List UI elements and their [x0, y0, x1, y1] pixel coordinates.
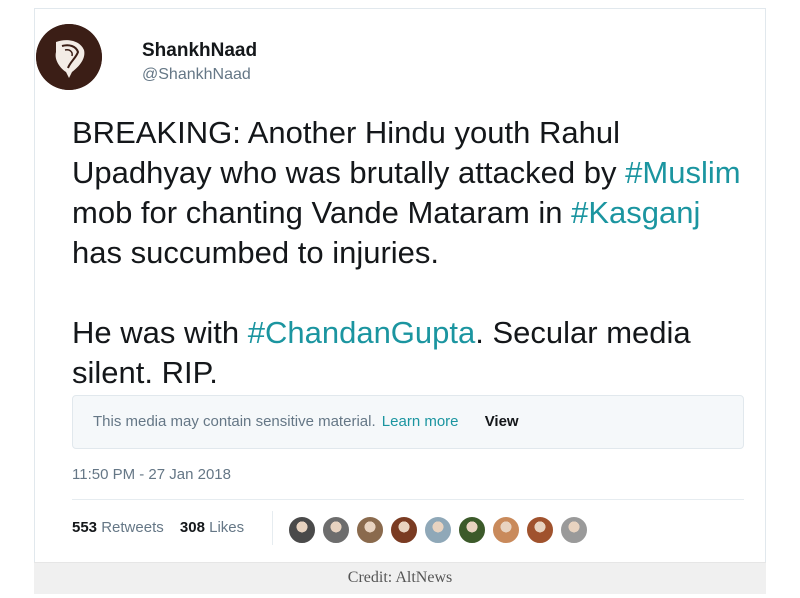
stats-divider [272, 511, 273, 545]
liker-avatar-5[interactable] [424, 516, 452, 544]
learn-more-link[interactable]: Learn more [382, 413, 459, 430]
liker-avatar-6[interactable] [458, 516, 486, 544]
hashtag-chandangupta[interactable]: #ChandanGupta [248, 315, 476, 350]
tweet-paragraph-1: BREAKING: Another Hindu youth Rahul Upad… [72, 113, 752, 273]
likes-count[interactable]: 308 [180, 519, 205, 536]
profile-avatar[interactable] [36, 24, 102, 90]
tweet-text: BREAKING: Another Hindu youth Rahul Upad… [72, 113, 752, 393]
tweet-stats: 553 Retweets 308 Likes [72, 519, 244, 536]
hashtag-kasganj[interactable]: #Kasganj [571, 195, 700, 230]
liker-avatar-2[interactable] [322, 516, 350, 544]
liker-avatar-3[interactable] [356, 516, 384, 544]
retweets-count[interactable]: 553 [72, 519, 97, 536]
liker-avatar-9[interactable] [560, 516, 588, 544]
liker-avatar-4[interactable] [390, 516, 418, 544]
tweet-text-segment: has succumbed to injuries. [72, 235, 440, 270]
image-credit: Credit: AltNews [34, 562, 766, 594]
tweet-timestamp[interactable]: 11:50 PM - 27 Jan 2018 [72, 466, 231, 483]
hashtag-muslim[interactable]: #Muslim [625, 155, 740, 190]
tweet-text-segment: He was with [72, 315, 248, 350]
sensitive-media-notice: This media may contain sensitive materia… [72, 395, 744, 449]
tweet-text-segment: mob for chanting Vande Mataram in [72, 195, 572, 230]
liker-avatar-1[interactable] [288, 516, 316, 544]
sensitive-message: This media may contain sensitive materia… [93, 413, 376, 430]
divider [72, 499, 744, 500]
tweet-text-segment: BREAKING: Another Hindu youth Rahul Upad… [72, 115, 626, 190]
view-media-button[interactable]: View [485, 413, 519, 430]
likes-label[interactable]: Likes [209, 519, 244, 536]
user-handle[interactable]: @ShankhNaad [142, 66, 251, 84]
tweet-paragraph-2: He was with #ChandanGupta. Secular media… [72, 313, 752, 393]
retweets-label[interactable]: Retweets [101, 519, 164, 536]
conch-shell-icon [36, 24, 102, 90]
display-name[interactable]: ShankhNaad [142, 40, 257, 62]
liker-avatar-7[interactable] [492, 516, 520, 544]
liker-avatar-8[interactable] [526, 516, 554, 544]
